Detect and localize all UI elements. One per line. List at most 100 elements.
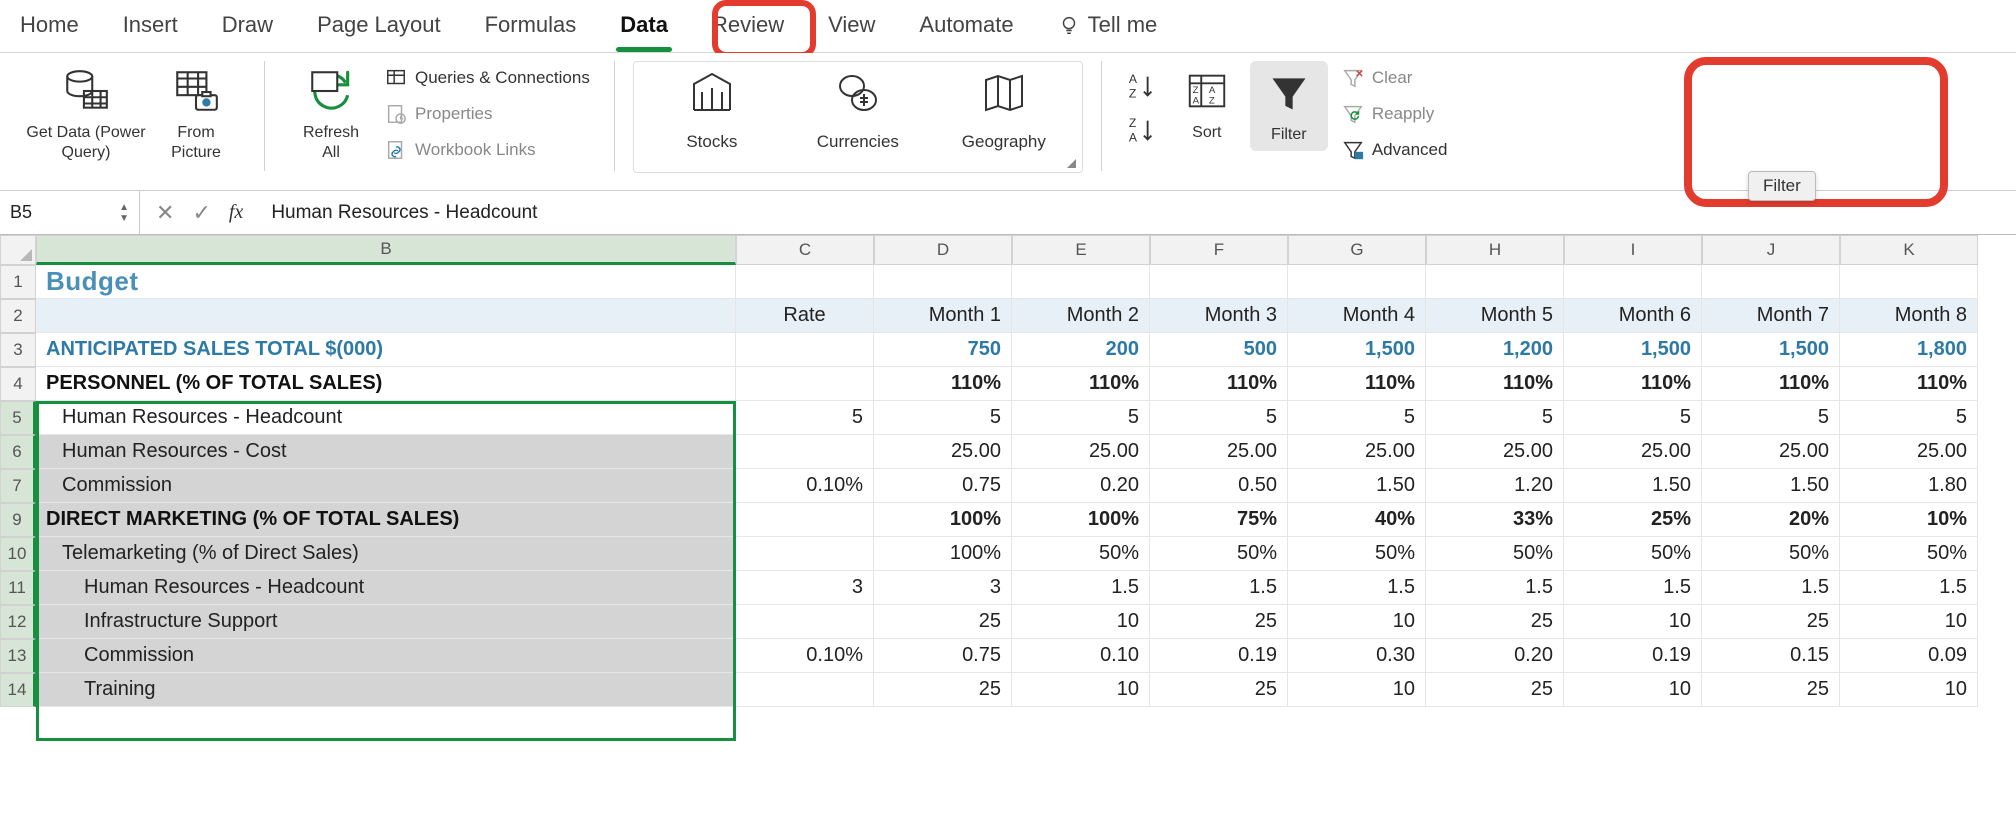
cell[interactable]: 20%: [1702, 503, 1840, 537]
tab-review[interactable]: Review: [712, 12, 784, 38]
cell[interactable]: 1.5: [1840, 571, 1978, 605]
cell[interactable]: 40%: [1288, 503, 1426, 537]
cell[interactable]: 25.00: [1150, 435, 1288, 469]
cell[interactable]: Month 3: [1150, 299, 1288, 333]
tab-insert[interactable]: Insert: [123, 12, 178, 38]
filter-button[interactable]: Filter: [1250, 61, 1328, 151]
cell[interactable]: 1,500: [1288, 333, 1426, 367]
cell[interactable]: 25%: [1564, 503, 1702, 537]
cell[interactable]: 110%: [1288, 367, 1426, 401]
tab-data[interactable]: Data: [620, 12, 668, 38]
row-header[interactable]: 2: [0, 299, 36, 333]
col-header[interactable]: E: [1012, 235, 1150, 265]
cell[interactable]: 1.50: [1288, 469, 1426, 503]
cell-active[interactable]: Human Resources - Headcount: [36, 401, 736, 435]
cell[interactable]: 1.5: [1564, 571, 1702, 605]
cell[interactable]: 50%: [1150, 537, 1288, 571]
col-header[interactable]: F: [1150, 235, 1288, 265]
row-header[interactable]: 7: [0, 469, 36, 503]
name-box[interactable]: B5 ▲▼: [0, 191, 140, 234]
spreadsheet-grid[interactable]: B C D E F G H I J K 1 Budget 2 Rate Mont…: [0, 235, 2016, 707]
cell[interactable]: 110%: [1840, 367, 1978, 401]
tab-view[interactable]: View: [828, 12, 875, 38]
row-header[interactable]: 12: [0, 605, 36, 639]
get-data-button[interactable]: Get Data (Power Query): [26, 61, 146, 163]
col-header[interactable]: H: [1426, 235, 1564, 265]
cell[interactable]: 0.30: [1288, 639, 1426, 673]
col-header[interactable]: J: [1702, 235, 1840, 265]
cell[interactable]: 5: [874, 401, 1012, 435]
cell[interactable]: 0.10%: [736, 469, 874, 503]
cell[interactable]: 25: [874, 673, 1012, 707]
cell[interactable]: 25.00: [1564, 435, 1702, 469]
cell[interactable]: 10%: [1840, 503, 1978, 537]
from-picture-button[interactable]: From Picture: [146, 61, 246, 163]
cell[interactable]: 10: [1840, 605, 1978, 639]
cell[interactable]: 0.19: [1150, 639, 1288, 673]
cell[interactable]: Rate: [736, 299, 874, 333]
cell[interactable]: 50%: [1840, 537, 1978, 571]
cell[interactable]: 100%: [1012, 503, 1150, 537]
cell[interactable]: Telemarketing (% of Direct Sales): [36, 537, 736, 571]
cell[interactable]: 25.00: [1702, 435, 1840, 469]
data-types-gallery[interactable]: Stocks Currencies Geography: [633, 61, 1083, 173]
cell[interactable]: 10: [1840, 673, 1978, 707]
cell[interactable]: 25: [1702, 673, 1840, 707]
col-header[interactable]: C: [736, 235, 874, 265]
cell[interactable]: 5: [1012, 401, 1150, 435]
cell[interactable]: 25: [1150, 605, 1288, 639]
col-header[interactable]: I: [1564, 235, 1702, 265]
filter-reapply-button[interactable]: Reapply: [1336, 99, 1454, 129]
cell[interactable]: 750: [874, 333, 1012, 367]
cell[interactable]: 33%: [1426, 503, 1564, 537]
row-header[interactable]: 5: [0, 401, 36, 435]
cell[interactable]: 1.5: [1288, 571, 1426, 605]
row-header[interactable]: 14: [0, 673, 36, 707]
name-box-spinner[interactable]: ▲▼: [119, 202, 129, 224]
col-header[interactable]: G: [1288, 235, 1426, 265]
cell[interactable]: 110%: [874, 367, 1012, 401]
cell[interactable]: PERSONNEL (% OF TOTAL SALES): [36, 367, 736, 401]
cell[interactable]: 1,500: [1702, 333, 1840, 367]
cell[interactable]: 3: [736, 571, 874, 605]
cell[interactable]: Month 2: [1012, 299, 1150, 333]
cell[interactable]: 1.5: [1150, 571, 1288, 605]
data-type-currencies[interactable]: Currencies: [808, 70, 908, 152]
cell[interactable]: 50%: [1012, 537, 1150, 571]
cell[interactable]: 10: [1288, 605, 1426, 639]
cell[interactable]: 75%: [1150, 503, 1288, 537]
data-type-geography[interactable]: Geography: [954, 70, 1054, 152]
cell[interactable]: 25.00: [874, 435, 1012, 469]
cell[interactable]: 0.75: [874, 469, 1012, 503]
col-header[interactable]: K: [1840, 235, 1978, 265]
cell[interactable]: [736, 367, 874, 401]
cell[interactable]: 100%: [874, 537, 1012, 571]
select-all-corner[interactable]: [0, 235, 36, 265]
row-header[interactable]: 9: [0, 503, 36, 537]
row-header[interactable]: 10: [0, 537, 36, 571]
cell[interactable]: 0.10: [1012, 639, 1150, 673]
cell[interactable]: 0.50: [1150, 469, 1288, 503]
cell[interactable]: [736, 537, 874, 571]
filter-advanced-button[interactable]: Advanced: [1336, 135, 1454, 165]
cell[interactable]: Month 8: [1840, 299, 1978, 333]
sort-button[interactable]: ZAAZ Sort: [1172, 61, 1242, 143]
cell[interactable]: Human Resources - Cost: [36, 435, 736, 469]
cancel-formula-icon[interactable]: ✕: [156, 200, 174, 226]
cell[interactable]: ANTICIPATED SALES TOTAL $(000): [36, 333, 736, 367]
row-header[interactable]: 1: [0, 265, 36, 299]
cell[interactable]: 25.00: [1012, 435, 1150, 469]
cell[interactable]: 0.15: [1702, 639, 1840, 673]
tab-layout[interactable]: Page Layout: [317, 12, 441, 38]
queries-connections-button[interactable]: Queries & Connections: [379, 63, 596, 93]
cell[interactable]: 5: [1702, 401, 1840, 435]
tab-draw[interactable]: Draw: [222, 12, 273, 38]
cell[interactable]: [736, 503, 874, 537]
filter-clear-button[interactable]: Clear: [1336, 63, 1454, 93]
cell[interactable]: 25.00: [1840, 435, 1978, 469]
row-header[interactable]: 3: [0, 333, 36, 367]
properties-button[interactable]: Properties: [379, 99, 596, 129]
cell[interactable]: [736, 435, 874, 469]
cell[interactable]: 25: [1426, 605, 1564, 639]
cell[interactable]: 50%: [1426, 537, 1564, 571]
